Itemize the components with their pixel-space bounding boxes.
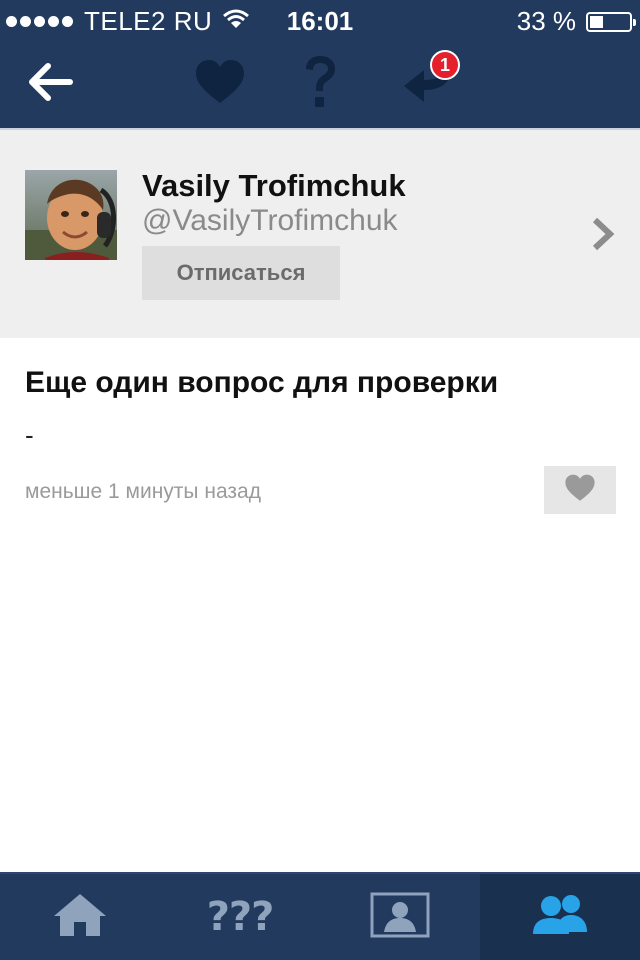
- profile-name: Vasily Trofimchuk: [142, 168, 406, 203]
- arrow-left-icon: [26, 62, 74, 107]
- favorites-button[interactable]: [180, 40, 260, 128]
- avatar[interactable]: [25, 170, 117, 260]
- like-button[interactable]: [544, 466, 616, 514]
- heart-icon: [564, 474, 596, 507]
- nav-bar: 1: [0, 40, 640, 128]
- tab-profile[interactable]: [320, 874, 480, 960]
- unfollow-button[interactable]: Отписаться: [142, 246, 340, 300]
- profile-handle: @VasilyTrofimchuk: [142, 204, 398, 237]
- status-bar: TELE2 RU 16:01 33 %: [0, 0, 640, 40]
- screen: TELE2 RU 16:01 33 % 1 Vasily Trofimchuk …: [0, 0, 640, 960]
- battery-icon: [586, 11, 636, 32]
- tab-bar: ???: [0, 872, 640, 960]
- status-right: 33 %: [516, 6, 636, 37]
- heart-icon: [194, 59, 246, 110]
- question-title: Еще один вопрос для проверки: [25, 366, 499, 399]
- people-icon: [529, 892, 591, 943]
- battery-fill: [590, 15, 603, 28]
- replies-button[interactable]: 1: [385, 40, 475, 128]
- replies-badge: 1: [430, 50, 460, 80]
- tab-home[interactable]: [0, 874, 160, 960]
- profile-card-icon: [370, 892, 430, 943]
- questions-button[interactable]: [280, 40, 360, 128]
- question-timestamp: меньше 1 минуты назад: [25, 480, 261, 503]
- battery-percent: 33 %: [516, 6, 576, 36]
- questions-icon: ???: [206, 894, 275, 940]
- tab-questions[interactable]: ???: [160, 874, 320, 960]
- profile-header[interactable]: Vasily Trofimchuk @VasilyTrofimchuk Отпи…: [0, 128, 640, 338]
- question-body: -: [25, 420, 34, 450]
- chevron-right-icon[interactable]: [590, 216, 616, 257]
- back-button[interactable]: [10, 40, 90, 128]
- question-mark-icon: [302, 55, 338, 114]
- tab-people[interactable]: [480, 874, 640, 960]
- home-icon: [52, 892, 108, 943]
